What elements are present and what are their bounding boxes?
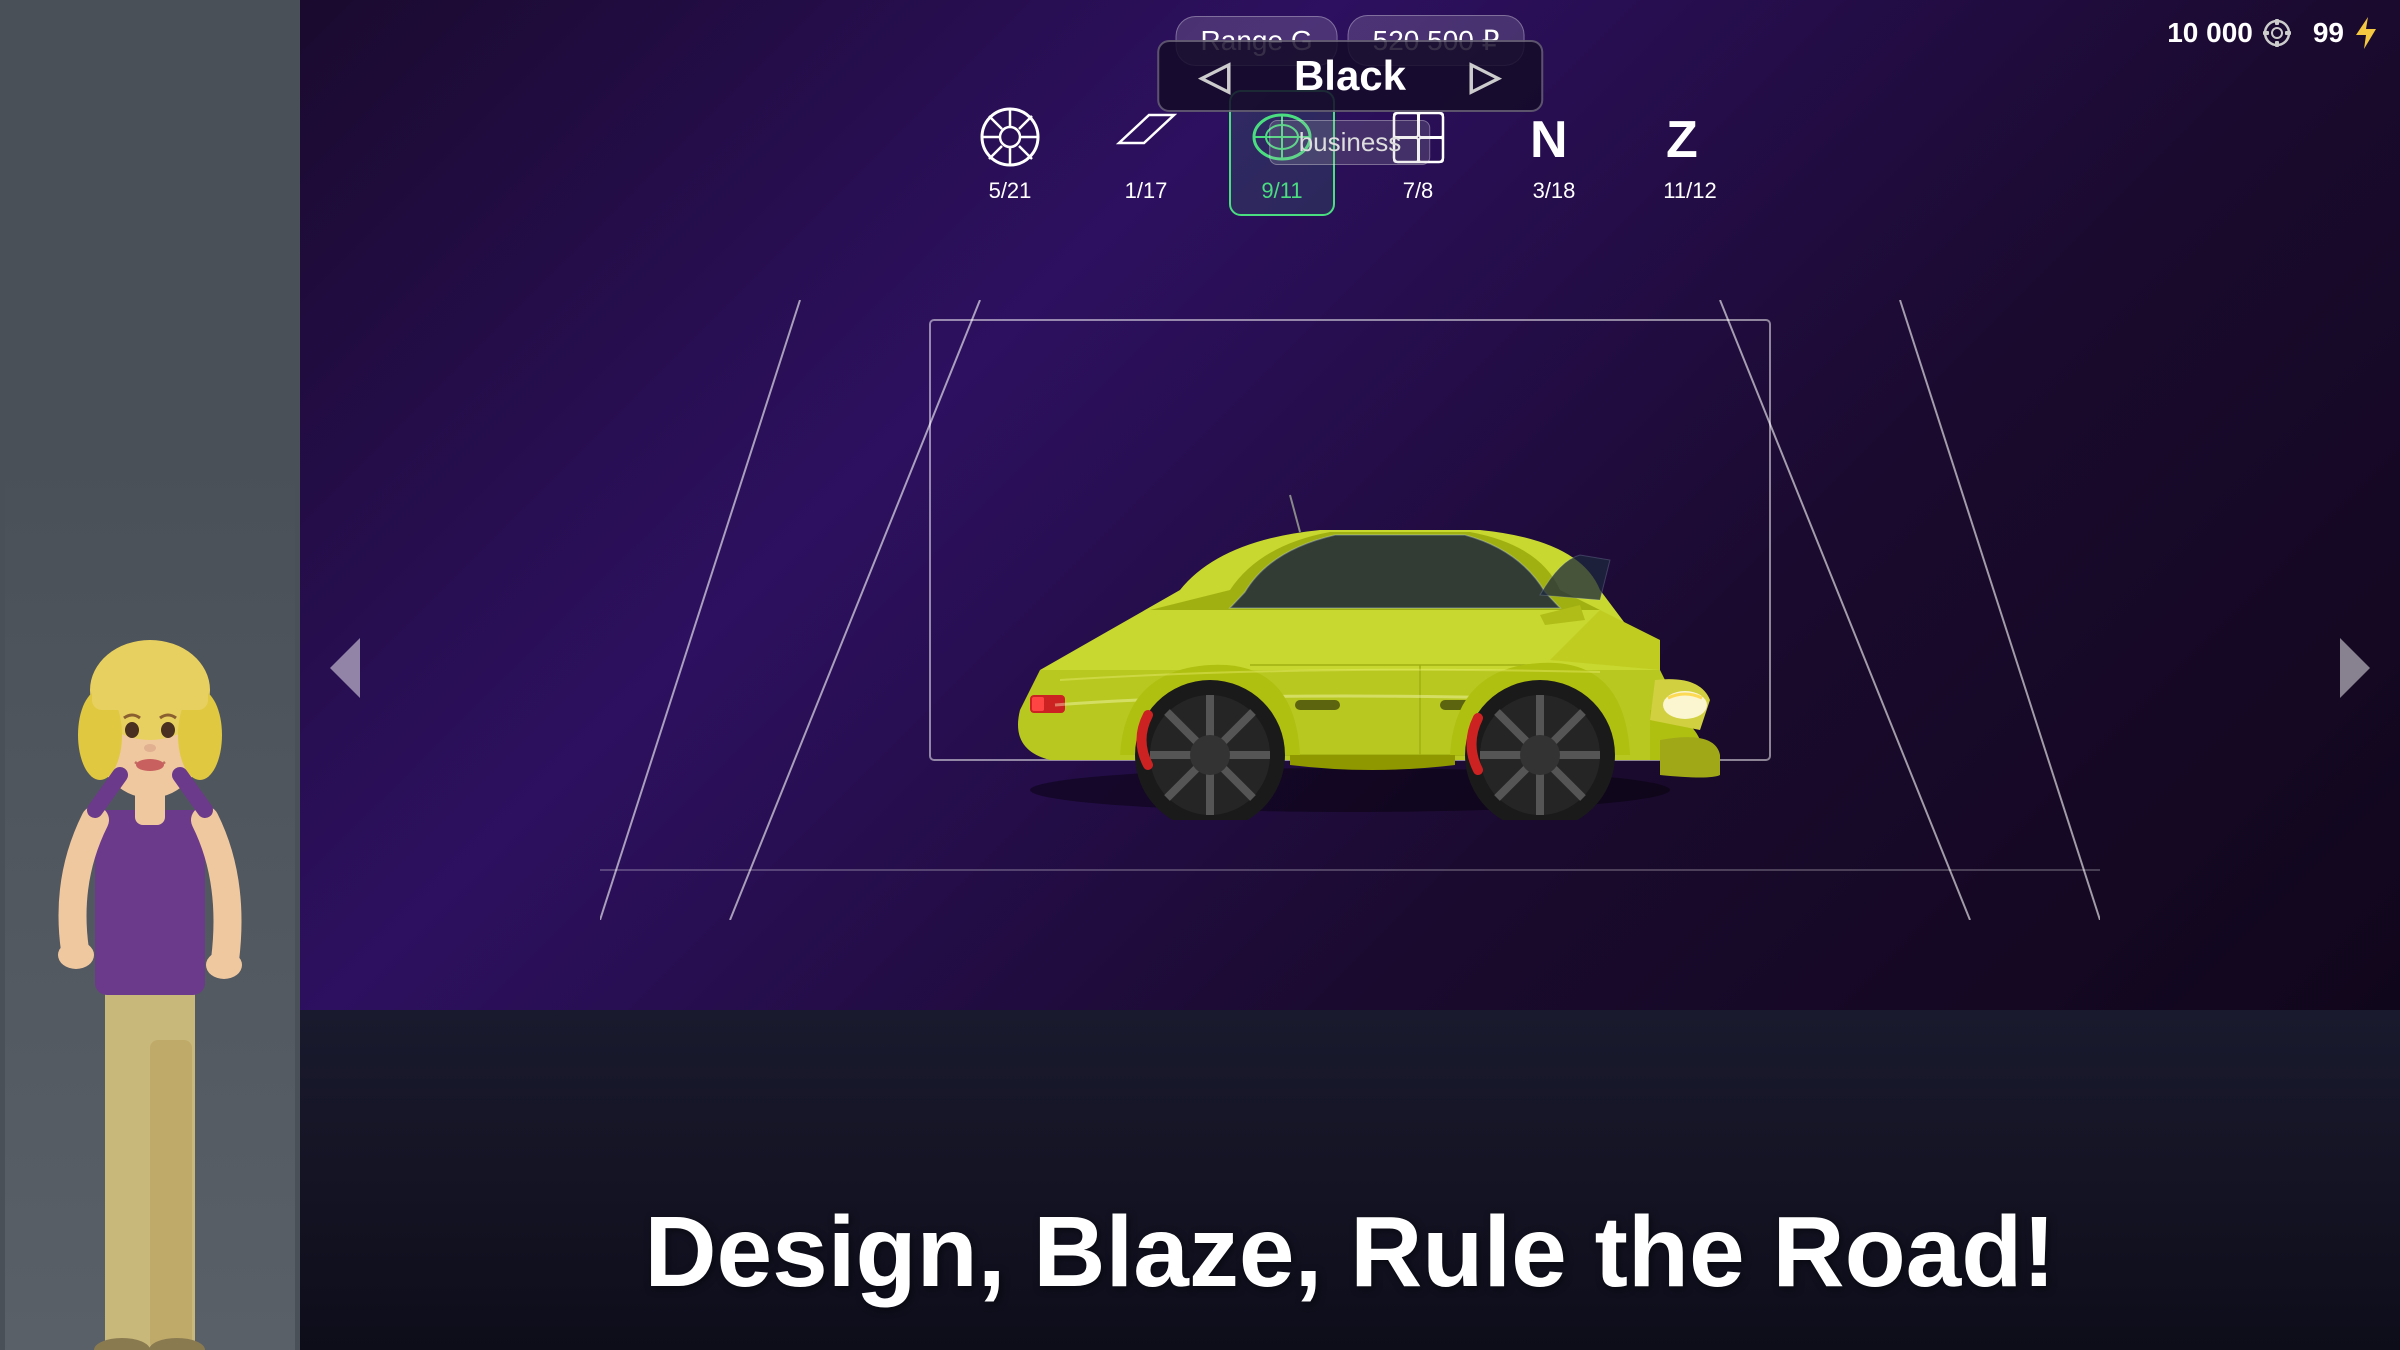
color-prev-button[interactable]: ◁ [1199,53,1230,99]
svg-text:Z: Z [1666,111,1698,169]
bottom-area: Design, Blaze, Rule the Road! [300,1010,2400,1350]
next-car-button[interactable] [2330,633,2380,717]
tagline-section: Design, Blaze, Rule the Road! [300,1195,2400,1310]
car-display [900,385,1800,835]
wheels-count: 5/21 [989,178,1032,204]
car-svg [900,400,1800,820]
wheel-icon [975,102,1045,172]
color-next-button[interactable]: ▷ [1470,53,1501,99]
n-badge-count: 3/18 [1533,178,1576,204]
tagline-text: Design, Blaze, Rule the Road! [644,1196,2055,1308]
color-type-badge: business [1270,120,1431,165]
character-image [5,450,295,1350]
color-name-box: ◁ Black ▷ [1157,40,1543,112]
prev-car-button[interactable] [320,633,370,717]
z-badge-icon: Z [1655,102,1725,172]
bolt-icon [2352,15,2380,51]
character-svg [20,480,280,1350]
gear-icon [2261,17,2293,49]
stripe-count: 1/17 [1125,178,1168,204]
tab-z-badge[interactable]: Z 11/12 [1637,90,1743,216]
color-name-text: Black [1250,52,1450,100]
body-count: 9/11 [1261,178,1302,204]
bolts-display: 99 [2313,15,2380,51]
bolts-value: 99 [2313,17,2344,49]
coins-value: 10 000 [2167,17,2253,49]
tab-wheels[interactable]: 5/21 [957,90,1063,216]
showcase-area: ◁ Black ▷ business [300,220,2400,1000]
currency-bar: 10 000 99 [2167,15,2380,51]
coins-display: 10 000 [2167,17,2293,49]
color-selector: ◁ Black ▷ business [1157,40,1543,165]
window-count: 7/8 [1403,178,1434,204]
character-panel [0,0,300,1350]
z-badge-count: 11/12 [1663,178,1716,204]
